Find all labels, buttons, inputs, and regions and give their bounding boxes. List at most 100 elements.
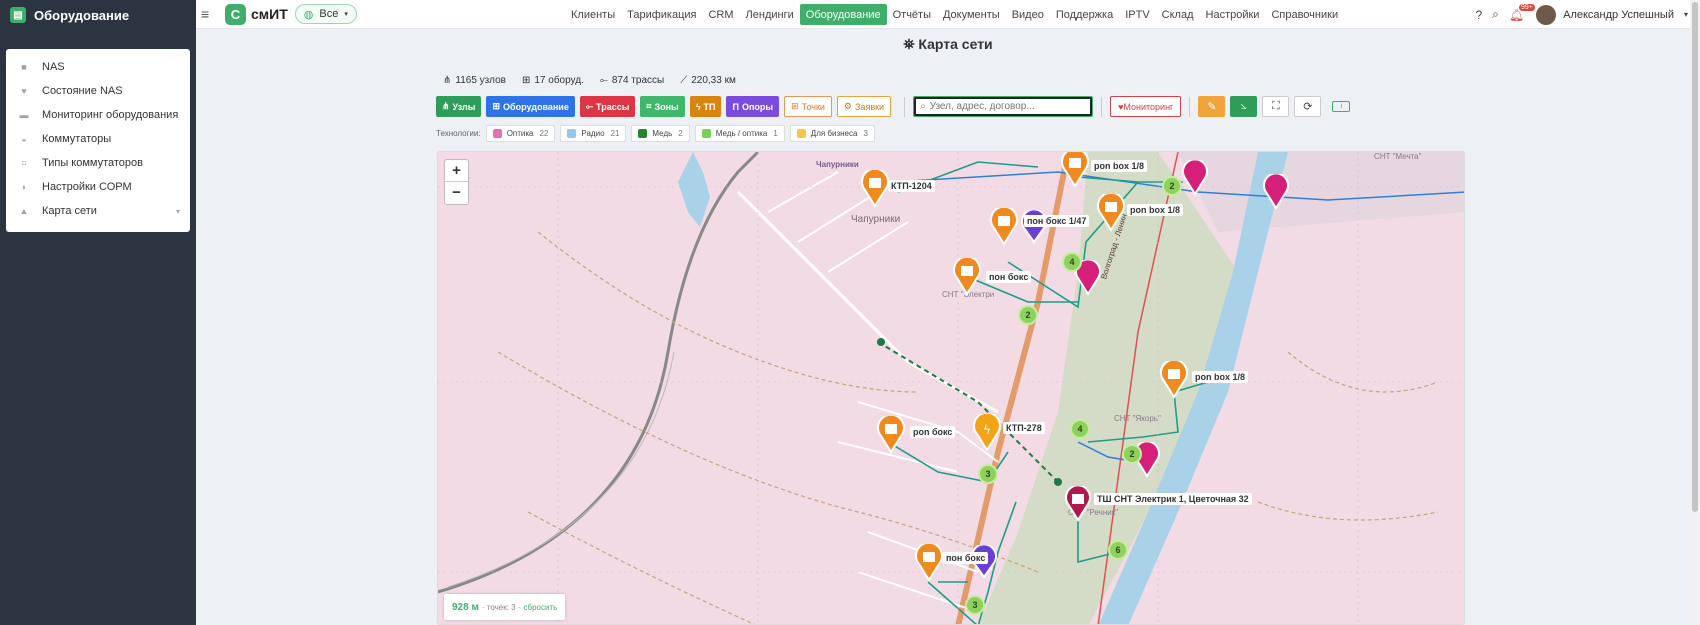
logo-icon: С — [225, 3, 246, 25]
marker-label[interactable]: КТП-278 — [1003, 422, 1045, 434]
tech-chip-copper[interactable]: Медь 2 — [631, 125, 690, 142]
cluster-marker[interactable]: 2 — [1162, 176, 1182, 196]
cluster-marker[interactable]: 2 — [1018, 305, 1038, 325]
marker-label[interactable]: pon box 1/8 — [1091, 160, 1148, 172]
sidebar-header[interactable]: ▤ Оборудование — [0, 0, 196, 30]
nav-equipment[interactable]: Оборудование — [799, 4, 887, 25]
cluster-marker[interactable]: 3 — [965, 595, 985, 615]
sidebar-item-switches[interactable]: ◒ Коммутаторы — [6, 127, 190, 151]
sidebar-title: Оборудование — [34, 7, 130, 23]
zoom-out-button[interactable]: − — [445, 182, 468, 204]
layer-tp-button[interactable]: ϟ ТП — [689, 96, 722, 117]
tech-chip-business[interactable]: Для бизнеса 3 — [789, 125, 875, 142]
page-scrollbar[interactable] — [1690, 0, 1700, 625]
sidebar-item-monitoring[interactable]: ▬ Мониторинг оборудования — [6, 103, 190, 127]
avatar[interactable] — [1536, 4, 1557, 25]
map-marker-orange-icon[interactable] — [914, 544, 944, 582]
map-marker-orange-icon[interactable] — [1096, 194, 1126, 232]
sidebar-item-nas[interactable]: ■ NAS — [6, 55, 190, 79]
marker-label[interactable]: pon бокс — [910, 426, 956, 438]
layer-routes-button[interactable]: ⟜ Трассы — [579, 96, 636, 117]
layer-zones-button[interactable]: ⌗ Зоны — [640, 96, 685, 117]
map-search-field[interactable]: ⌕ — [913, 96, 1094, 117]
nav-billing[interactable]: Тарификация — [621, 4, 702, 25]
tech-count: 22 — [539, 129, 549, 138]
marker-label[interactable]: пон бокс 1/47 — [1024, 215, 1090, 227]
nav-support[interactable]: Поддержка — [1050, 4, 1119, 25]
marker-label[interactable]: pon box 1/8 — [1127, 204, 1184, 216]
map-marker-orange-icon[interactable] — [1060, 151, 1090, 188]
edit-button[interactable]: ✎ — [1198, 96, 1226, 117]
scrollbar-thumb[interactable] — [1692, 2, 1698, 512]
measure-reset-link[interactable]: сбросить — [524, 603, 558, 612]
map-marker-orange-icon[interactable] — [1159, 361, 1189, 399]
marker-label[interactable]: ТШ СНТ Электрик 1, Цветочная 32 — [1094, 493, 1252, 505]
measure-button[interactable]: ⦣ — [1230, 96, 1258, 117]
nav-landings[interactable]: Лендинги — [740, 4, 800, 25]
nav-clients[interactable]: Клиенты — [565, 4, 621, 25]
sidebar-item-network-map[interactable]: ▲ Карта сети ▾ — [6, 199, 190, 223]
layer-requests-button[interactable]: ⚙ Заявки — [836, 96, 892, 117]
scope-selector[interactable]: ◍ Все ▾ — [294, 4, 357, 24]
nav-reports[interactable]: Отчёты — [887, 4, 937, 25]
fullscreen-button[interactable]: ⛶ — [1262, 96, 1290, 117]
sidebar-item-sorm[interactable]: ◗ Настройки СОРМ — [6, 175, 190, 199]
chevron-down-icon: ▾ — [344, 11, 348, 18]
network-map[interactable]: Чапурники Чапурники СНТ "Мечта" СНТ "Эле… — [437, 151, 1465, 625]
refresh-button[interactable]: ⟳ — [1294, 96, 1322, 117]
map-marker-crimson-icon[interactable] — [1064, 486, 1092, 522]
tech-chip-copper-optics[interactable]: Медь / оптика 1 — [694, 125, 785, 142]
cluster-marker[interactable]: 3 — [978, 464, 998, 484]
sidebar-item-nas-status[interactable]: ♥ Состояние NAS — [6, 79, 190, 103]
nav-references[interactable]: Справочники — [1265, 4, 1344, 25]
zoom-in-button[interactable]: + — [445, 160, 468, 182]
nav-video[interactable]: Видео — [1006, 4, 1050, 25]
page-title: ⛯ Карта сети — [196, 36, 1700, 53]
sidebar-item-switch-types[interactable]: ⌗ Типы коммутаторов — [6, 151, 190, 175]
layer-equipment-button[interactable]: ⊞ Оборудование — [486, 96, 575, 117]
stat-length-value: 220,33 км — [691, 75, 736, 86]
cluster-marker[interactable]: 4 — [1062, 252, 1082, 272]
nav-settings[interactable]: Настройки — [1200, 4, 1266, 25]
ruler-icon: ⟋ — [680, 75, 688, 86]
nav-crm[interactable]: CRM — [702, 4, 739, 25]
measure-distance: 928 м — [452, 601, 479, 613]
menu-icon[interactable]: ≡ — [201, 6, 215, 22]
info-toggle[interactable]: i — [1332, 101, 1351, 112]
cluster-marker[interactable]: 6 — [1108, 540, 1128, 560]
map-marker-orange-icon[interactable] — [952, 258, 982, 296]
layer-label: Трассы — [596, 101, 630, 112]
layer-label: Узлы — [452, 101, 476, 112]
tech-chip-radio[interactable]: Радио 21 — [560, 125, 627, 142]
cluster-marker[interactable]: 4 — [1070, 419, 1090, 439]
marker-label[interactable]: КТП-1204 — [888, 180, 935, 192]
monitoring-button[interactable]: ♥ Мониторинг — [1110, 96, 1182, 117]
sitemap-icon: ⊞ — [492, 101, 501, 111]
layer-points-button[interactable]: ⊞ Точки — [784, 96, 832, 117]
search-icon[interactable]: ⌕ — [1492, 7, 1499, 22]
layer-nodes-button[interactable]: ⋔ Узлы — [436, 96, 482, 117]
layer-poles-button[interactable]: Π Опоры — [726, 96, 780, 117]
nav-iptv[interactable]: IPTV — [1119, 4, 1155, 25]
cluster-marker[interactable]: 2 — [1122, 444, 1142, 464]
map-marker-orange-icon[interactable] — [876, 416, 906, 454]
map-marker-orange-icon[interactable] — [989, 208, 1019, 246]
map-search-input[interactable] — [929, 101, 1080, 112]
chevron-down-icon[interactable]: ▾ — [1684, 10, 1688, 19]
marker-label[interactable]: пон бокс — [943, 552, 989, 564]
nav-warehouse[interactable]: Склад — [1156, 4, 1200, 25]
map-marker-orange-icon[interactable] — [860, 170, 890, 208]
map-marker-magenta-icon[interactable] — [1262, 174, 1290, 210]
nav-documents[interactable]: Документы — [937, 4, 1006, 25]
map-marker-magenta-icon[interactable] — [1181, 160, 1209, 196]
map-marker-yellow-icon[interactable]: ϟ — [972, 414, 1002, 452]
stats-bar: ⋔ 1165 узлов ⊞ 17 оборуд. ⟜ 874 трассы ⟋ 220… — [443, 75, 736, 86]
user-name[interactable]: Александр Успешный — [1563, 9, 1674, 21]
tech-label: Медь / оптика — [715, 129, 768, 138]
marker-label[interactable]: пон бокс — [986, 271, 1032, 283]
marker-label[interactable]: pon box 1/8 — [1192, 371, 1249, 383]
layer-label: ТП — [703, 101, 716, 112]
app-logo-text[interactable]: смИТ — [251, 6, 288, 22]
tech-chip-optics[interactable]: Оптика 22 — [485, 125, 556, 142]
help-icon[interactable]: ? — [1475, 8, 1482, 22]
